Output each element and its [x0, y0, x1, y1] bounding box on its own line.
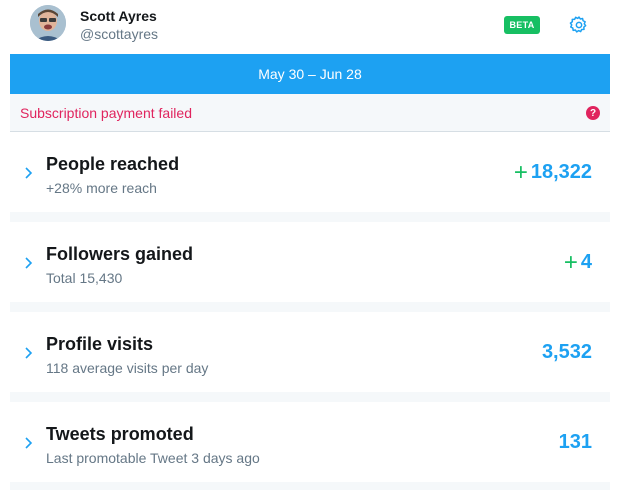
gear-icon[interactable]: [569, 15, 589, 35]
stat-subtitle: Total 15,430: [46, 270, 123, 286]
payment-alert: Subscription payment failed ?: [10, 94, 610, 132]
stat-value: 131: [559, 431, 592, 454]
stat-title: People reached: [46, 154, 180, 174]
stat-title: Profile visits: [46, 334, 154, 354]
chevron-right-icon: [25, 257, 33, 269]
user-name: Scott Ayres: [80, 8, 157, 24]
stat-row-followers-gained[interactable]: Followers gained Total 15,430 + 4: [10, 222, 610, 302]
stat-row-tweets-promoted[interactable]: Tweets promoted Last promotable Tweet 3 …: [10, 402, 610, 482]
stat-row-people-reached[interactable]: People reached +28% more reach + 18,322: [10, 132, 610, 212]
stat-title: Tweets promoted: [46, 424, 194, 444]
stat-subtitle: Last promotable Tweet 3 days ago: [46, 450, 260, 466]
stat-number: 3,532: [541, 341, 592, 363]
alert-message: Subscription payment failed: [20, 105, 192, 121]
stat-number: 4: [580, 251, 592, 273]
stat-subtitle: +28% more reach: [46, 180, 157, 196]
beta-badge: BETA: [504, 16, 540, 34]
stat-value: + 18,322: [513, 158, 592, 186]
analytics-panel: Scott Ayres @scottayres BETA May 30 – Ju…: [0, 0, 634, 490]
stat-number: 18,322: [530, 161, 592, 183]
divider: [10, 392, 610, 402]
divider: [10, 302, 610, 312]
date-range-selector[interactable]: May 30 – Jun 28: [10, 54, 610, 94]
stat-subtitle: 118 average visits per day: [46, 360, 209, 376]
avatar[interactable]: [30, 5, 66, 41]
profile-header: Scott Ayres @scottayres BETA: [0, 0, 620, 54]
increase-indicator: +: [513, 158, 528, 186]
stat-row-profile-visits[interactable]: Profile visits 118 average visits per da…: [10, 312, 610, 392]
divider: [10, 212, 610, 222]
divider: [10, 482, 610, 490]
user-handle: @scottayres: [80, 26, 159, 42]
increase-indicator: +: [563, 248, 578, 276]
stat-value: 3,532: [542, 341, 592, 364]
chevron-right-icon: [25, 347, 33, 359]
stat-title: Followers gained: [46, 244, 194, 264]
question-circle-icon[interactable]: ?: [586, 106, 600, 120]
stat-number: 131: [558, 431, 592, 453]
stat-value: + 4: [563, 248, 592, 276]
chevron-right-icon: [25, 437, 33, 449]
chevron-right-icon: [25, 167, 33, 179]
